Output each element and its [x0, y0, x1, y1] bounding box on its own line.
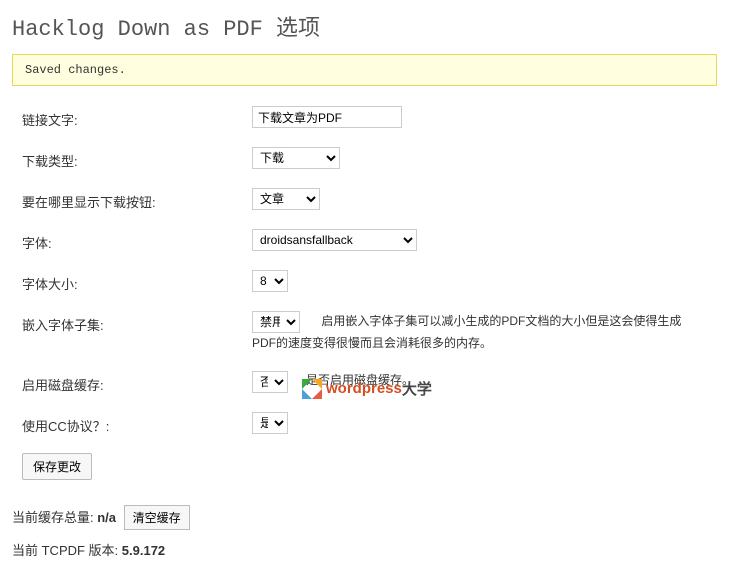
subset-description: 启用嵌入字体子集可以减小生成的PDF文档的大小但是这会使得生成PDF的速度变得很…: [252, 314, 681, 350]
font-select[interactable]: droidsansfallback: [252, 229, 417, 251]
label-font-size: 字体大小:: [12, 270, 252, 293]
download-type-select[interactable]: 下载: [252, 147, 340, 169]
cache-description: 是否启用磁盘缓存。: [306, 371, 717, 390]
label-cc: 使用CC协议？:: [12, 412, 252, 435]
label-subset: 嵌入字体子集:: [12, 311, 252, 334]
tcpdf-version-line: 当前 TCPDF 版本: 5.9.172: [12, 540, 717, 559]
cc-select[interactable]: 是: [252, 412, 288, 434]
label-download-type: 下载类型:: [12, 147, 252, 170]
page-title: Hacklog Down as PDF 选项: [12, 10, 717, 42]
cache-select[interactable]: 否: [252, 371, 288, 393]
save-button[interactable]: 保存更改: [22, 453, 92, 480]
clear-cache-button[interactable]: 清空缓存: [124, 505, 190, 530]
label-where-show: 要在哪里显示下载按钮:: [12, 188, 252, 211]
cache-total-label: 当前缓存总量:: [12, 510, 97, 525]
saved-notice: Saved changes.: [12, 54, 717, 86]
subset-select[interactable]: 禁用: [252, 311, 300, 333]
where-show-select[interactable]: 文章: [252, 188, 320, 210]
font-size-select[interactable]: 8: [252, 270, 288, 292]
link-text-input[interactable]: [252, 106, 402, 128]
cache-total-value: n/a: [97, 510, 116, 525]
label-font: 字体:: [12, 229, 252, 252]
tcpdf-label: 当前 TCPDF 版本:: [12, 543, 122, 558]
cache-total-line: 当前缓存总量: n/a 清空缓存: [12, 505, 717, 530]
label-cache: 启用磁盘缓存:: [12, 371, 252, 394]
label-link-text: 链接文字:: [12, 106, 252, 129]
tcpdf-value: 5.9.172: [122, 543, 165, 558]
